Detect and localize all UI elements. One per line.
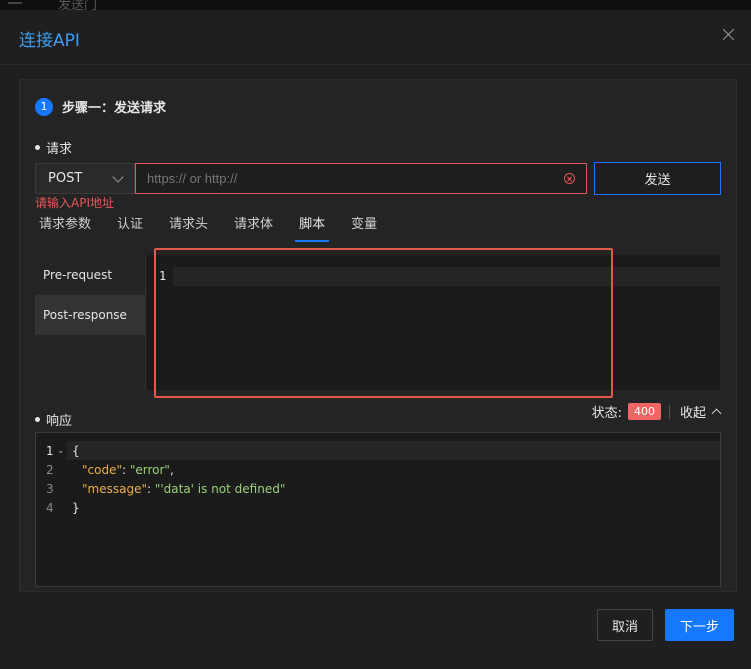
json-value: "'data' is not defined" [154,481,286,496]
code-content: "message": "'data' is not defined" [82,482,285,496]
fold-chevron-icon[interactable]: ⌄ [57,446,65,456]
json-value: "error" [129,462,170,477]
script-nav-pre-request[interactable]: Pre-request [35,255,145,295]
script-editor[interactable]: 1 [145,255,721,390]
chevron-up-icon [711,408,722,419]
step-panel: 1 步骤一：发送请求 请求 POST 发送 请输入API地址 请求参数 认证 请… [19,79,737,592]
http-method-select[interactable]: POST [35,163,135,194]
script-nav: Pre-request Post-response [35,255,145,335]
editor-active-line [173,267,721,286]
request-section-title: 请求 [35,138,72,157]
tab-body[interactable]: 请求体 [230,214,277,242]
step-header: 1 步骤一：发送请求 [35,97,166,116]
clear-icon[interactable] [564,173,575,184]
bullet-dot [35,417,40,422]
connect-api-modal: 连接API 1 步骤一：发送请求 请求 POST 发送 请输入API地址 请求参… [0,10,751,669]
next-step-button[interactable]: 下一步 [665,609,734,641]
divider [668,404,670,419]
tab-auth[interactable]: 认证 [113,214,147,242]
modal-header: 连接API [0,10,751,65]
response-status-row: 状态: 400 收起 [591,402,722,421]
send-button[interactable]: 发送 [594,162,721,195]
line-number: 3 [46,481,54,496]
json-key: "code" [82,462,122,477]
code-brace: } [72,500,80,515]
http-method-value: POST [48,171,83,186]
json-comma: , [169,462,174,477]
line-number: 4 [46,500,54,515]
collapse-button[interactable]: 收起 [679,402,722,421]
request-tabs: 请求参数 认证 请求头 请求体 脚本 变量 [35,214,399,242]
status-label: 状态: [591,406,622,421]
response-section-title: 响应 [35,410,72,429]
code-brace: { [72,443,80,458]
editor-line-number: 1 [159,269,167,283]
response-line: 2 "code": "error", [36,460,720,479]
background-page: 发送门 [0,0,751,13]
json-key: "message" [82,481,147,496]
bullet-dot [35,145,40,150]
response-line: 3 "message": "'data' is not defined" [36,479,720,498]
response-section-label: 响应 [46,414,73,429]
close-icon[interactable] [721,27,737,43]
script-nav-post-response[interactable]: Post-response [35,295,145,335]
step-title: 步骤一：发送请求 [62,101,167,116]
response-line: 1 ⌄ { [36,441,720,460]
chevron-down-icon [112,170,124,183]
step-number-badge: 1 [35,97,53,116]
url-input[interactable] [147,171,564,186]
url-error-message: 请输入API地址 [35,196,114,210]
line-number: 2 [46,462,54,477]
url-field [135,163,587,194]
tab-headers[interactable]: 请求头 [165,214,212,242]
status-badge: 400 [627,403,661,420]
response-line: 4 } [36,498,720,517]
cancel-button[interactable]: 取消 [597,609,653,641]
tab-script[interactable]: 脚本 [295,214,330,242]
collapse-label: 收起 [679,406,706,421]
request-section-label: 请求 [46,142,73,157]
modal-title: 连接API [19,31,80,51]
json-colon: : [146,481,155,496]
response-viewer[interactable]: 1 ⌄ { 2 "code": "error", 3 "message": "'… [35,432,721,587]
code-content: "code": "error", [82,463,174,477]
menu-icon [8,2,22,4]
json-colon: : [121,462,130,477]
tab-params[interactable]: 请求参数 [35,214,95,242]
modal-footer: 取消 下一步 [0,592,751,669]
tab-variables[interactable]: 变量 [347,214,381,242]
